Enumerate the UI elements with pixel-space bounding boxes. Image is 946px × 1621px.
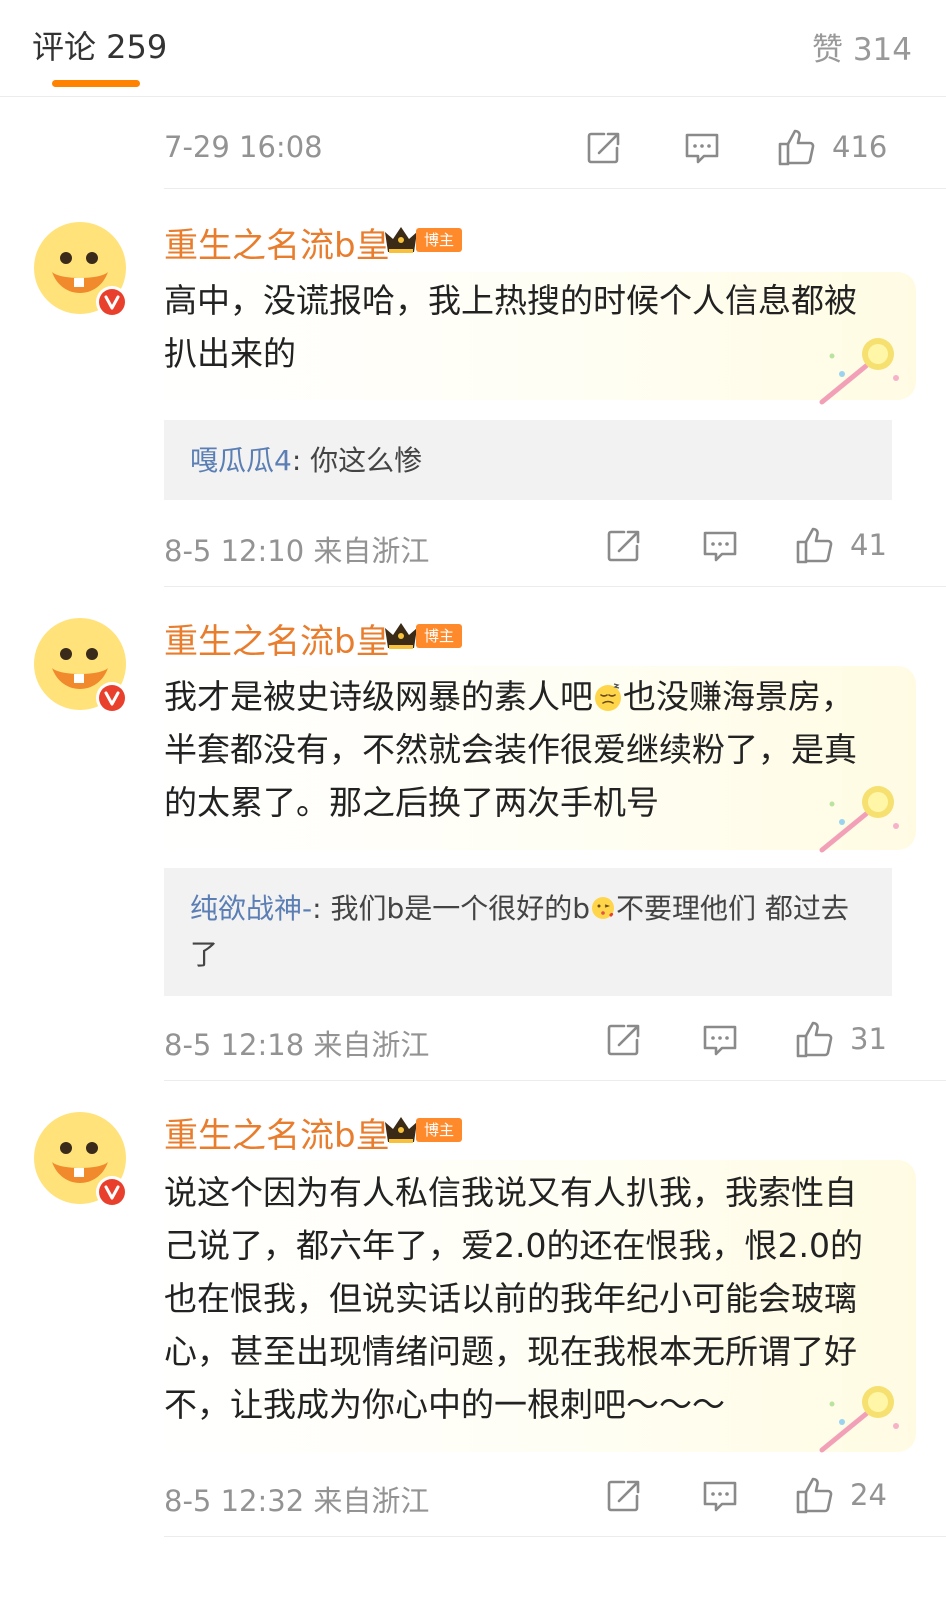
verified-v-icon — [99, 289, 125, 315]
reply-line: 嘎瓜瓜4: 你这么惨 — [190, 438, 852, 484]
blogger-badge: 博主 — [382, 222, 466, 258]
like-button[interactable]: 41 — [794, 524, 924, 568]
comment-location: 来自浙江 — [313, 1484, 430, 1518]
username[interactable]: 重生之名流b皇 — [164, 614, 390, 663]
avatar[interactable] — [30, 220, 134, 324]
blogger-badge: 博主 — [382, 618, 466, 654]
blogger-label: 博主 — [416, 1118, 462, 1142]
reply-text-part: 我们b是一个很好的b — [330, 892, 591, 925]
blogger-label: 博主 — [416, 624, 462, 648]
reply-button[interactable] — [682, 128, 722, 168]
comment-icon — [703, 531, 737, 562]
comment-location: 来自浙江 — [313, 534, 430, 568]
like-count: 31 — [850, 1022, 887, 1056]
comment-time-location: 8-5 12:18 来自浙江 — [164, 1022, 429, 1064]
like-count: 41 — [850, 528, 887, 562]
comment-author-row: 重生之名流b皇 博主 — [164, 218, 484, 266]
like-button[interactable]: 31 — [794, 1018, 924, 1062]
magic-wand-decoration — [812, 1382, 908, 1458]
share-button[interactable] — [604, 526, 644, 566]
tab-comments[interactable]: 评论 259 — [32, 22, 167, 68]
divider — [164, 586, 946, 587]
crown-icon — [385, 1117, 417, 1143]
reply-separator: : — [312, 892, 331, 925]
reply-preview[interactable]: 嘎瓜瓜4: 你这么惨 — [164, 420, 892, 500]
like-button[interactable]: 24 — [794, 1474, 924, 1518]
comment-icon — [703, 1481, 737, 1512]
share-icon — [587, 132, 620, 164]
reply-button[interactable] — [700, 1020, 740, 1060]
reply-username[interactable]: 嘎瓜瓜4 — [190, 444, 292, 477]
comment-text: 我才是被史诗级网暴的素人吧 也没赚海景房，半套都没有，不然就会装作很爱继续粉了，是… — [164, 670, 884, 829]
divider — [164, 1080, 946, 1081]
like-button[interactable]: 416 — [776, 126, 936, 170]
share-icon — [607, 1024, 640, 1056]
reply-line: 纯欲战神-: 我们b是一个很好的b 不要理他们 都过去了 — [190, 886, 852, 978]
like-count: 24 — [850, 1478, 887, 1512]
avatar-emoji-icon — [34, 222, 128, 318]
divider — [164, 1536, 946, 1537]
tired-face-icon — [595, 683, 621, 711]
divider — [164, 188, 946, 189]
blogger-badge: 博主 — [382, 1112, 466, 1148]
comment-author-row: 重生之名流b皇 博主 — [164, 1108, 484, 1156]
magic-wand-icon — [819, 786, 899, 853]
reply-separator: : — [291, 444, 311, 477]
thumbs-up-icon — [778, 129, 815, 166]
tab-likes[interactable]: 赞 314 — [812, 24, 912, 69]
reply-username[interactable]: 纯欲战神- — [190, 892, 312, 925]
comment-time-location: 8-5 12:10 来自浙江 — [164, 528, 429, 570]
avatar[interactable] — [30, 1110, 134, 1214]
active-tab-indicator — [52, 80, 140, 87]
share-button[interactable] — [604, 1476, 644, 1516]
crown-icon — [385, 623, 417, 649]
thumbs-up-icon — [796, 1021, 833, 1058]
share-icon — [607, 530, 640, 562]
comment-location: 来自浙江 — [313, 1028, 430, 1062]
comment-author-row: 重生之名流b皇 博主 — [164, 614, 484, 662]
avatar[interactable] — [30, 616, 134, 720]
comment-icon — [685, 133, 719, 164]
verified-v-icon — [99, 1179, 125, 1205]
comment-text: 说这个因为有人私信我说又有人扒我，我索性自己说了，都六年了，爱2.0的还在恨我，… — [164, 1173, 863, 1424]
magic-wand-icon — [819, 1386, 899, 1453]
tired-emoji — [593, 682, 623, 712]
username[interactable]: 重生之名流b皇 — [164, 1108, 390, 1157]
kiss-emoji — [590, 895, 616, 921]
thumbs-up-icon — [796, 527, 833, 564]
username[interactable]: 重生之名流b皇 — [164, 218, 390, 267]
comment-time-location: 8-5 12:32 来自浙江 — [164, 1478, 429, 1520]
comment-meta-row: 8-5 12:32 来自浙江 24 — [164, 1466, 936, 1526]
reply-preview[interactable]: 纯欲战神-: 我们b是一个很好的b 不要理他们 都过去了 — [164, 868, 892, 996]
comment-icon — [703, 1025, 737, 1056]
comment-time: 8-5 12:18 — [164, 1028, 305, 1062]
thumbs-up-icon — [796, 1477, 833, 1514]
avatar-emoji-icon — [34, 618, 128, 714]
share-button[interactable] — [604, 1020, 644, 1060]
like-count: 416 — [832, 130, 888, 164]
comment-time: 8-5 12:32 — [164, 1484, 305, 1518]
share-icon — [607, 1480, 640, 1512]
comment-text: 高中，没谎报哈，我上热搜的时候个人信息都被扒出来的 — [164, 281, 857, 373]
share-button[interactable] — [584, 128, 624, 168]
reply-button[interactable] — [700, 1476, 740, 1516]
comment-meta-row: 7-29 16:08 416 — [164, 118, 936, 178]
blogger-label: 博主 — [416, 228, 462, 252]
kiss-face-icon — [592, 897, 615, 919]
comment-tab-bar: 评论 259 赞 314 — [0, 0, 946, 97]
comment-time: 7-29 16:08 — [164, 130, 323, 164]
comment-time: 8-5 12:10 — [164, 534, 305, 568]
verified-v-icon — [99, 685, 125, 711]
avatar-emoji-icon — [34, 1112, 128, 1208]
reply-text: 你这么惨 — [310, 444, 423, 477]
comment-meta-row: 8-5 12:18 来自浙江 31 — [164, 1010, 936, 1070]
magic-wand-icon — [819, 338, 899, 405]
comment-meta-row: 8-5 12:10 来自浙江 41 — [164, 516, 936, 576]
magic-wand-decoration — [812, 782, 908, 858]
crown-icon — [385, 227, 417, 253]
comment-text-part: 我才是被史诗级网暴的素人吧 — [164, 677, 593, 716]
reply-button[interactable] — [700, 526, 740, 566]
magic-wand-decoration — [812, 334, 908, 410]
